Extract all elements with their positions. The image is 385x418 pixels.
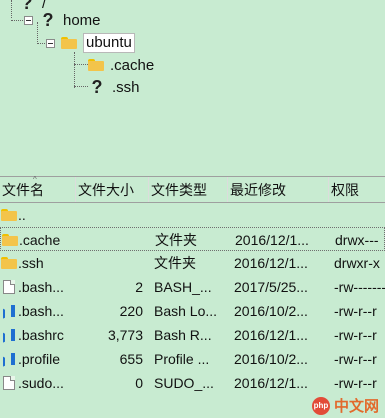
- tree-guide-vertical-root: [11, 0, 12, 18]
- list-item-ssh[interactable]: .ssh 文件夹 2016/12/1... drwxr-x: [0, 251, 385, 275]
- collapse-icon[interactable]: [46, 38, 55, 48]
- php-watermark: php 中文网: [311, 395, 379, 416]
- list-item-parent[interactable]: ..: [0, 203, 385, 227]
- name-cell: ..: [0, 203, 75, 227]
- column-header-name[interactable]: 文件名: [0, 177, 76, 202]
- folder-icon: [61, 37, 77, 49]
- column-header-size[interactable]: 文件大小: [76, 177, 149, 202]
- name-cell: .bashrc: [0, 323, 75, 347]
- list-item-profile[interactable]: .profile 655 Profile ... 2016/10/2... -r…: [0, 347, 385, 371]
- name-cell: .sudo...: [0, 371, 75, 395]
- collapse-icon[interactable]: [24, 15, 33, 25]
- file-name: .ssh: [18, 255, 44, 271]
- file-name: .bash...: [18, 303, 64, 319]
- list-item-bash-logout[interactable]: .bash... 220 Bash Lo... 2016/10/2... -rw…: [0, 299, 385, 323]
- tree-guide-cache: [74, 64, 88, 65]
- size-cell: 655: [119, 351, 143, 367]
- list-item-sudo[interactable]: .sudo... 0 SUDO_... 2016/12/1... -rw-r--…: [0, 371, 385, 395]
- file-name: .profile: [18, 351, 61, 367]
- list-item-bash-1[interactable]: .bash... 2 BASH_... 2017/5/25... -rw----…: [0, 275, 385, 299]
- date-cell: 2017/5/25...: [234, 279, 308, 295]
- watermark-text: 中文网: [333, 398, 379, 415]
- column-header-permissions[interactable]: 权限: [329, 177, 385, 202]
- type-cell: SUDO_...: [154, 375, 214, 391]
- file-name: .bash...: [18, 279, 64, 295]
- tree-ssh-node[interactable]: ? .ssh: [88, 76, 140, 98]
- size-cell: 2: [135, 279, 143, 295]
- file-list: .. .cache 文件夹 2016/12/1... drwx--- .ssh …: [0, 203, 385, 418]
- visual-studio-file-icon: [0, 329, 18, 341]
- size-cell: 0: [135, 375, 143, 391]
- column-header-type[interactable]: 文件类型: [149, 177, 228, 202]
- type-cell: 文件夹: [155, 232, 197, 248]
- unknown-folder-icon: ?: [39, 10, 57, 30]
- column-permissions-label: 权限: [331, 181, 359, 198]
- directory-tree: ? / ? home ubuntu .cache ? .ssh: [0, 0, 385, 176]
- type-cell: Bash R...: [154, 327, 212, 343]
- file-name: .cache: [19, 232, 61, 248]
- tree-ssh-label: .ssh: [112, 78, 140, 96]
- permissions-cell: -rw-r--r: [334, 351, 377, 367]
- file-name: .sudo...: [18, 375, 64, 391]
- folder-icon: [0, 257, 18, 269]
- size-cell: 220: [119, 303, 143, 319]
- permissions-cell: -rw-r--r: [334, 375, 377, 391]
- date-cell: 2016/10/2...: [234, 303, 308, 319]
- unknown-folder-icon: ?: [88, 77, 106, 97]
- type-cell: 文件夹: [154, 255, 196, 271]
- file-icon: [0, 376, 18, 390]
- php-logo-icon: php: [311, 396, 330, 415]
- date-cell: 2016/12/1...: [234, 327, 308, 343]
- permissions-cell: -rw-r--r: [334, 303, 377, 319]
- sort-ascending-icon: ^: [33, 175, 37, 184]
- date-cell: 2016/12/1...: [235, 232, 309, 248]
- size-cell: 3,773: [107, 327, 143, 343]
- list-item-cache[interactable]: .cache 文件夹 2016/12/1... drwx---: [0, 227, 385, 251]
- folder-icon: [88, 59, 104, 71]
- file-icon: [0, 280, 18, 294]
- type-cell: BASH_...: [154, 279, 212, 295]
- name-cell: .cache: [1, 228, 76, 252]
- name-cell: .ssh: [0, 251, 75, 275]
- file-name: .bashrc: [18, 327, 64, 343]
- column-name-label: 文件名: [2, 181, 44, 198]
- permissions-cell: -rw-------: [334, 279, 385, 295]
- name-cell: .bash...: [0, 275, 75, 299]
- tree-guide-vertical-ubuntu: [74, 52, 75, 88]
- date-cell: 2016/12/1...: [234, 375, 308, 391]
- column-modified-label: 最近修改: [230, 181, 286, 198]
- permissions-cell: drwxr-x: [334, 255, 380, 271]
- tree-cache-label: .cache: [110, 56, 155, 74]
- column-type-label: 文件类型: [151, 181, 207, 198]
- date-cell: 2016/10/2...: [234, 351, 308, 367]
- folder-icon: [0, 209, 18, 221]
- name-cell: .profile: [0, 347, 75, 371]
- tree-home-node[interactable]: ? home: [24, 9, 101, 31]
- visual-studio-file-icon: [0, 305, 18, 317]
- name-cell: .bash...: [0, 299, 75, 323]
- tree-guide-ssh: [74, 86, 88, 87]
- tree-ubuntu-node[interactable]: ubuntu: [46, 32, 135, 54]
- type-cell: Bash Lo...: [154, 303, 218, 319]
- type-cell: Profile ...: [154, 351, 210, 367]
- tree-home-label: home: [63, 11, 101, 29]
- tree-ubuntu-label: ubuntu: [83, 33, 135, 53]
- file-name: ..: [18, 207, 26, 223]
- tree-cache-node[interactable]: .cache: [88, 54, 154, 76]
- folder-icon: [1, 234, 19, 246]
- permissions-cell: -rw-r--r: [334, 327, 377, 343]
- list-item-bashrc[interactable]: .bashrc 3,773 Bash R... 2016/12/1... -rw…: [0, 323, 385, 347]
- date-cell: 2016/12/1...: [234, 255, 308, 271]
- visual-studio-file-icon: [0, 353, 18, 365]
- permissions-cell: drwx---: [335, 232, 379, 248]
- column-header-modified[interactable]: 最近修改: [228, 177, 329, 202]
- file-list-header: 文件名 文件大小 文件类型 最近修改 权限 ^: [0, 175, 385, 203]
- column-size-label: 文件大小: [78, 181, 134, 198]
